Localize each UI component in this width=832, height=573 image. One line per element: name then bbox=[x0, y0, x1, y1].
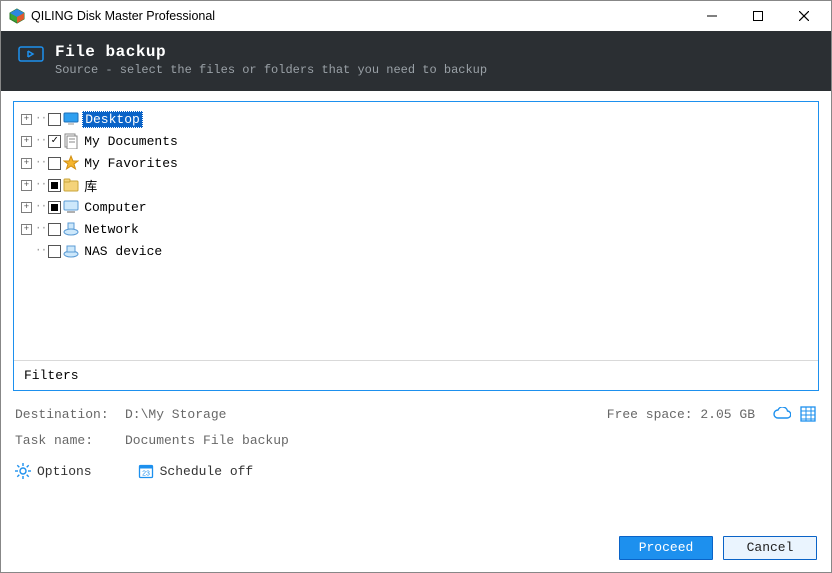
schedule-label: Schedule off bbox=[160, 464, 254, 479]
tree-item-computer[interactable]: +··Computer bbox=[18, 196, 814, 218]
documents-icon bbox=[63, 133, 79, 149]
tree-item-label: Network bbox=[82, 222, 141, 237]
network-icon bbox=[63, 221, 79, 237]
page-header: File backup Source - select the files or… bbox=[1, 31, 831, 91]
tree-checkbox[interactable] bbox=[48, 113, 61, 126]
gear-icon bbox=[15, 463, 31, 479]
computer-icon bbox=[63, 199, 79, 215]
tree-item-label: 库 bbox=[82, 176, 99, 195]
close-button[interactable] bbox=[781, 1, 827, 31]
favorites-icon bbox=[63, 155, 79, 171]
free-space-label: Free space: 2.05 GB bbox=[607, 407, 755, 422]
expand-icon[interactable]: + bbox=[21, 224, 32, 235]
expand-icon[interactable]: + bbox=[21, 180, 32, 191]
window-title: QILING Disk Master Professional bbox=[31, 9, 689, 23]
destination-value[interactable]: D:\My Storage bbox=[125, 407, 226, 422]
maximize-button[interactable] bbox=[735, 1, 781, 31]
tree-item-label: My Favorites bbox=[82, 156, 180, 171]
schedule-button[interactable]: 23 Schedule off bbox=[138, 463, 254, 479]
tree-item-desktop[interactable]: +··Desktop bbox=[18, 108, 814, 130]
tree-item-label: My Documents bbox=[82, 134, 180, 149]
options-label: Options bbox=[37, 464, 92, 479]
expand-spacer bbox=[21, 246, 32, 257]
tree-checkbox[interactable] bbox=[48, 245, 61, 258]
filters-button[interactable]: Filters bbox=[14, 360, 818, 390]
titlebar: QILING Disk Master Professional bbox=[1, 1, 831, 31]
task-name-row: Task name: Documents File backup bbox=[15, 427, 817, 453]
expand-icon[interactable]: + bbox=[21, 136, 32, 147]
cloud-destination-icon[interactable] bbox=[773, 405, 791, 423]
tree-item-nas[interactable]: ··NAS device bbox=[18, 240, 814, 262]
footer: Proceed Cancel bbox=[1, 530, 831, 572]
source-tree-panel: +··Desktop+··My Documents+··My Favorites… bbox=[13, 101, 819, 391]
proceed-button[interactable]: Proceed bbox=[619, 536, 713, 560]
options-row: Options 23 Schedule off bbox=[13, 457, 819, 483]
libraries-icon bbox=[63, 177, 79, 193]
nas-icon bbox=[63, 243, 79, 259]
expand-icon[interactable]: + bbox=[21, 202, 32, 213]
destination-label: Destination: bbox=[15, 407, 125, 422]
page-title: File backup bbox=[55, 43, 487, 61]
source-tree[interactable]: +··Desktop+··My Documents+··My Favorites… bbox=[14, 102, 818, 360]
tree-checkbox[interactable] bbox=[48, 201, 61, 214]
backup-icon bbox=[17, 43, 45, 65]
tree-item-label: Computer bbox=[82, 200, 148, 215]
tree-checkbox[interactable] bbox=[48, 223, 61, 236]
expand-icon[interactable]: + bbox=[21, 158, 32, 169]
tree-item-network[interactable]: +··Network bbox=[18, 218, 814, 240]
svg-text:23: 23 bbox=[142, 471, 150, 478]
desktop-icon bbox=[63, 111, 79, 127]
task-name-label: Task name: bbox=[15, 433, 125, 448]
browse-destination-icon[interactable] bbox=[799, 405, 817, 423]
options-button[interactable]: Options bbox=[15, 463, 92, 479]
window-controls bbox=[689, 1, 827, 31]
tree-item-label: Desktop bbox=[82, 111, 143, 128]
tree-item-label: NAS device bbox=[82, 244, 164, 259]
tree-checkbox[interactable] bbox=[48, 157, 61, 170]
tree-checkbox[interactable] bbox=[48, 179, 61, 192]
tree-item-favorites[interactable]: +··My Favorites bbox=[18, 152, 814, 174]
tree-item-libraries[interactable]: +··库 bbox=[18, 174, 814, 196]
task-name-value[interactable]: Documents File backup bbox=[125, 433, 289, 448]
calendar-icon: 23 bbox=[138, 463, 154, 479]
tree-checkbox[interactable] bbox=[48, 135, 61, 148]
expand-icon[interactable]: + bbox=[21, 114, 32, 125]
minimize-button[interactable] bbox=[689, 1, 735, 31]
tree-item-documents[interactable]: +··My Documents bbox=[18, 130, 814, 152]
app-icon bbox=[9, 8, 25, 24]
page-subtitle: Source - select the files or folders tha… bbox=[55, 63, 487, 77]
cancel-button[interactable]: Cancel bbox=[723, 536, 817, 560]
destination-row: Destination: D:\My Storage Free space: 2… bbox=[15, 401, 817, 427]
